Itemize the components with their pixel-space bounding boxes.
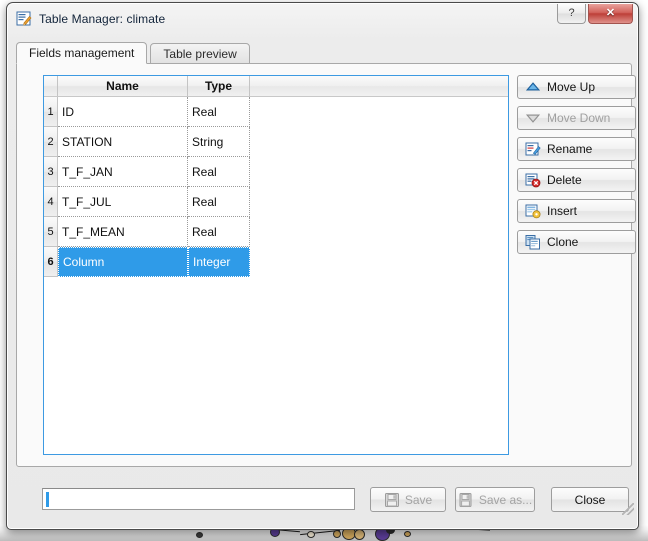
title-bar[interactable]: Table Manager: climate ? ✕	[8, 4, 637, 34]
save-button[interactable]: Save	[370, 487, 446, 512]
table-editor-icon	[16, 11, 32, 27]
close-icon: ✕	[605, 7, 616, 19]
row-field-name[interactable]: T_F_JAN	[58, 157, 188, 187]
button-label: Close	[574, 492, 606, 507]
close-window-button[interactable]: ✕	[588, 4, 633, 24]
grid-body: 1 ID Real 2 STATION String 3 T_F_JAN Rea…	[44, 97, 508, 277]
button-label: Save	[404, 492, 433, 507]
tab-strip: Fields management Table preview	[16, 42, 250, 64]
fields-grid[interactable]: Name Type 1 ID Real 2 STATION String 3 T…	[43, 75, 509, 455]
clone-button[interactable]: Clone	[517, 230, 636, 254]
rename-pencil-icon	[525, 141, 541, 157]
resize-grip[interactable]	[622, 503, 634, 515]
arrow-up-icon	[525, 79, 541, 95]
move-up-button[interactable]: Move Up	[517, 75, 636, 99]
fields-management-panel: Name Type 1 ID Real 2 STATION String 3 T…	[16, 63, 636, 467]
arrow-down-icon	[525, 110, 541, 126]
row-field-name[interactable]: T_F_MEAN	[58, 217, 188, 247]
grid-header-row: Name Type	[44, 76, 508, 97]
button-label: Clone	[547, 235, 579, 249]
button-label: Delete	[547, 173, 582, 187]
row-field-name[interactable]: ID	[58, 97, 188, 127]
row-number: 4	[44, 187, 58, 217]
button-label: Insert	[547, 204, 578, 218]
help-button[interactable]: ?	[557, 4, 586, 24]
row-number: 6	[44, 247, 58, 277]
row-field-name[interactable]: STATION	[58, 127, 188, 157]
table-row[interactable]: 4 T_F_JUL Real	[44, 187, 508, 217]
bottom-bar: Save Save as... Close	[8, 477, 637, 517]
clone-icon	[525, 234, 541, 250]
grid-header-rownum[interactable]	[44, 76, 58, 96]
tab-table-preview[interactable]: Table preview	[150, 43, 250, 64]
table-row[interactable]: 3 T_F_JAN Real	[44, 157, 508, 187]
move-down-button[interactable]: Move Down	[517, 106, 636, 130]
row-field-type[interactable]: String	[188, 127, 250, 157]
caption-buttons: ? ✕	[555, 4, 633, 24]
row-filler	[250, 127, 508, 157]
field-actions-toolbar: Move Up Move Down Rename Delete Insert C…	[517, 75, 636, 261]
row-field-type[interactable]: Real	[188, 157, 250, 187]
table-row[interactable]: 5 T_F_MEAN Real	[44, 217, 508, 247]
row-number: 1	[44, 97, 58, 127]
floppy-disk-pencil-icon	[458, 492, 474, 508]
grid-header-name[interactable]: Name	[58, 76, 188, 96]
tab-label: Table preview	[163, 46, 237, 61]
grid-header-filler	[250, 76, 508, 96]
row-number: 5	[44, 217, 58, 247]
close-button[interactable]: Close	[551, 487, 629, 512]
table-row[interactable]: 2 STATION String	[44, 127, 508, 157]
delete-icon	[525, 172, 541, 188]
rename-button[interactable]: Rename	[517, 137, 636, 161]
grid-header-type[interactable]: Type	[188, 76, 250, 96]
row-field-type[interactable]: Real	[188, 97, 250, 127]
insert-icon	[525, 203, 541, 219]
button-label: Move Up	[547, 80, 596, 94]
help-icon: ?	[568, 7, 575, 19]
field-name-input[interactable]	[42, 488, 355, 510]
text-caret	[46, 491, 49, 507]
table-row-selected[interactable]: 6 Column Integer	[44, 247, 508, 277]
row-field-name[interactable]: T_F_JUL	[58, 187, 188, 217]
row-field-type[interactable]: Real	[188, 187, 250, 217]
tab-label: Fields management	[29, 46, 135, 60]
row-filler	[250, 217, 508, 247]
row-filler	[250, 97, 508, 127]
row-field-type[interactable]: Real	[188, 217, 250, 247]
row-field-type[interactable]: Integer	[188, 247, 250, 277]
insert-button[interactable]: Insert	[517, 199, 636, 223]
delete-button[interactable]: Delete	[517, 168, 636, 192]
save-as-button[interactable]: Save as...	[455, 487, 535, 512]
floppy-disk-icon	[384, 492, 400, 508]
tab-fields-management[interactable]: Fields management	[16, 42, 148, 64]
table-manager-window: Table Manager: climate ? ✕ Fields manage…	[6, 2, 639, 530]
button-label: Save as...	[478, 492, 533, 507]
button-label: Rename	[547, 142, 593, 156]
button-label: Move Down	[547, 111, 611, 125]
row-filler	[250, 157, 508, 187]
row-field-name[interactable]: Column	[58, 247, 188, 277]
row-filler	[250, 187, 508, 217]
row-filler	[250, 247, 508, 277]
row-number: 2	[44, 127, 58, 157]
row-number: 3	[44, 157, 58, 187]
table-row[interactable]: 1 ID Real	[44, 97, 508, 127]
window-title: Table Manager: climate	[39, 12, 166, 26]
